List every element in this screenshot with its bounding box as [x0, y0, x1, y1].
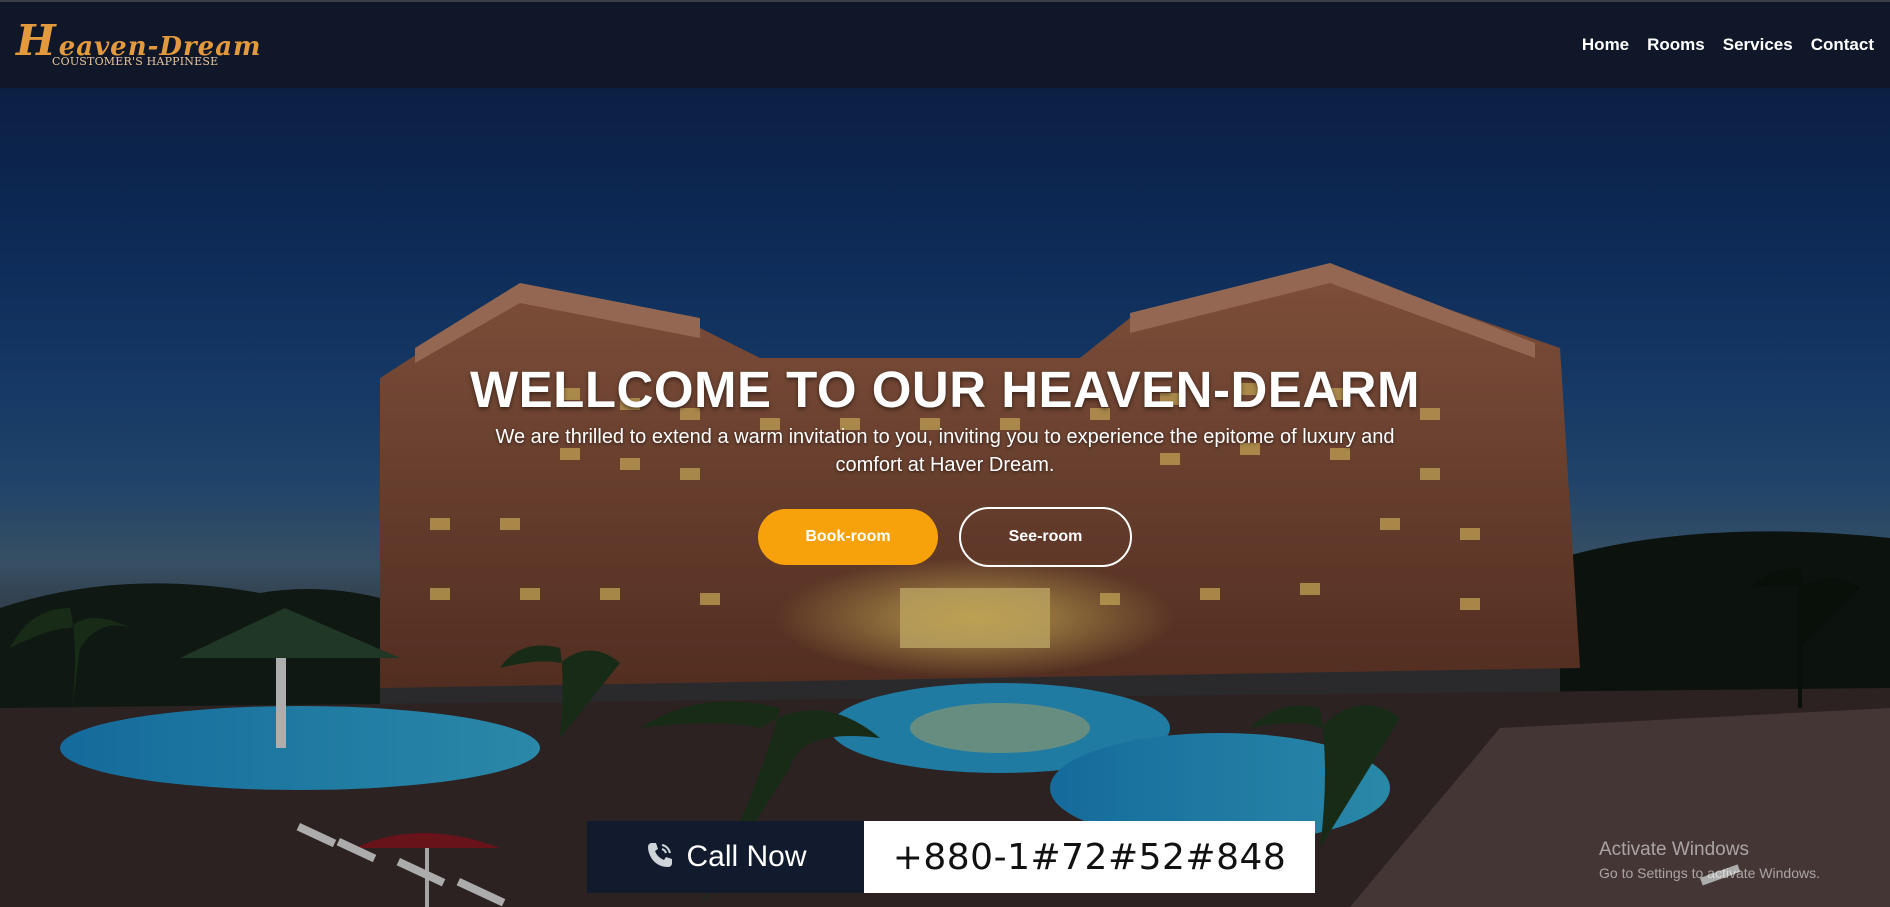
see-room-button[interactable]: See-room	[959, 507, 1132, 567]
logo-tagline: COUSTOMER'S HAPPINESE	[52, 54, 219, 68]
nav-link-services[interactable]: Services	[1723, 35, 1793, 55]
call-now-label: Call Now	[686, 840, 807, 873]
hero-title: WELLCOME TO OUR HEAVEN-DEARM	[470, 361, 1420, 418]
hero-content: WELLCOME TO OUR HEAVEN-DEARM We are thri…	[0, 88, 1890, 567]
book-room-button[interactable]: Book-room	[758, 509, 938, 565]
nav-link-home[interactable]: Home	[1582, 35, 1629, 55]
nav-link-contact[interactable]: Contact	[1811, 35, 1874, 55]
navbar: H eaven-Dream COUSTOMER'S HAPPINESE Home…	[0, 2, 1890, 88]
phone-icon	[644, 839, 676, 875]
call-bar: Call Now +880-1#72#52#848	[587, 821, 1315, 893]
hero-section: WELLCOME TO OUR HEAVEN-DEARM We are thri…	[0, 88, 1890, 907]
logo-first-letter: H	[16, 15, 57, 65]
nav-link-rooms[interactable]: Rooms	[1647, 35, 1705, 55]
hero-subtitle: We are thrilled to extend a warm invitat…	[495, 426, 1395, 476]
hero-buttons: Book-room See-room	[758, 507, 1132, 567]
windows-activation-watermark: Activate Windows Go to Settings to activ…	[1599, 839, 1820, 881]
call-now-button[interactable]: Call Now	[587, 821, 864, 893]
nav-menu: Home Rooms Services Contact	[1582, 35, 1874, 55]
phone-number[interactable]: +880-1#72#52#848	[893, 837, 1287, 878]
logo[interactable]: H eaven-Dream COUSTOMER'S HAPPINESE	[16, 15, 262, 68]
watermark-title: Activate Windows	[1599, 839, 1749, 860]
watermark-subtitle: Go to Settings to activate Windows.	[1599, 865, 1820, 881]
phone-number-box: +880-1#72#52#848	[864, 821, 1315, 893]
